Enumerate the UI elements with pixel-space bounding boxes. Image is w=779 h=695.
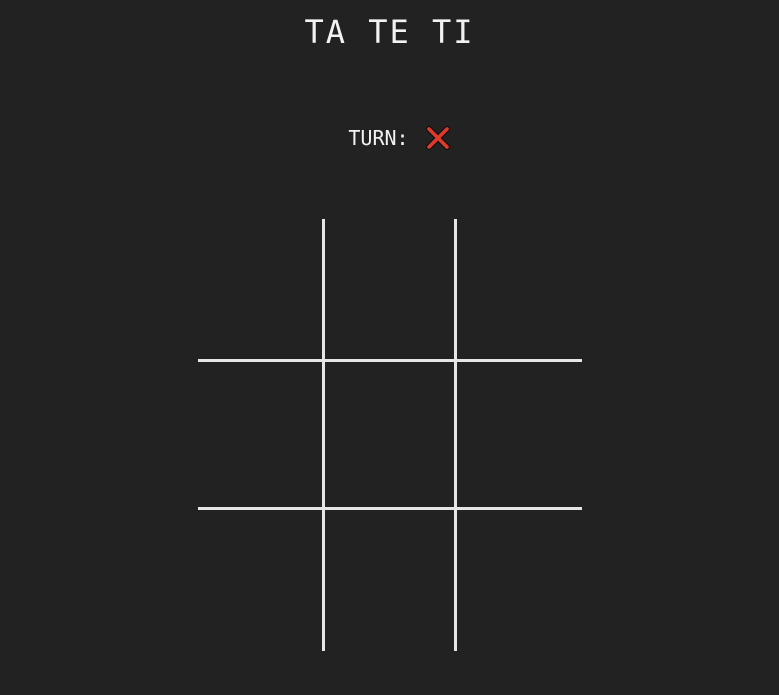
x-mark-icon [425, 125, 451, 151]
board-cell-2[interactable] [325, 219, 454, 359]
board-cell-3[interactable] [457, 219, 582, 359]
game-title: TA TE TI [304, 13, 475, 51]
board-cell-4[interactable] [198, 362, 322, 507]
game-page: TA TE TI TURN: [0, 0, 779, 695]
board-cell-7[interactable] [198, 510, 322, 651]
board-cell-8[interactable] [325, 510, 454, 651]
game-board [198, 219, 582, 651]
board-cell-5[interactable] [325, 362, 454, 507]
turn-label: TURN: [348, 126, 409, 150]
board-cell-1[interactable] [198, 219, 322, 359]
board-cell-9[interactable] [457, 510, 582, 651]
turn-indicator: TURN: [0, 124, 779, 152]
board-cell-6[interactable] [457, 362, 582, 507]
